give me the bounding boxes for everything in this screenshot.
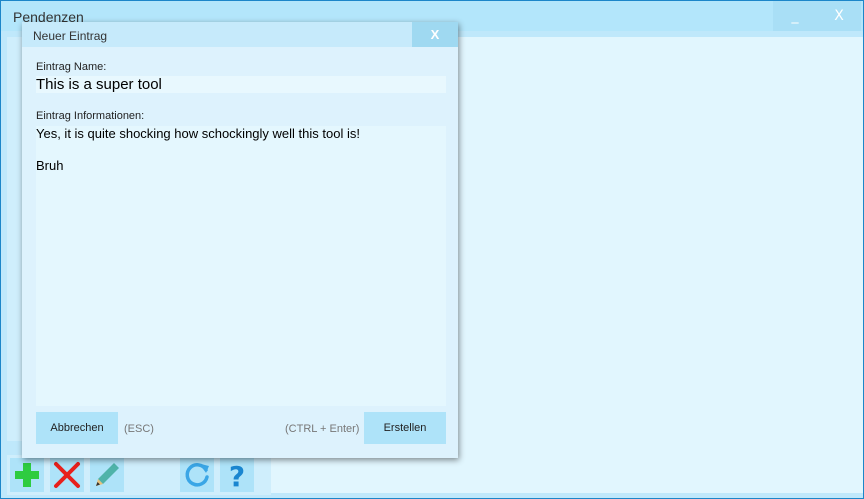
- entry-name-input[interactable]: This is a super tool: [36, 76, 446, 93]
- plus-icon: [15, 463, 39, 487]
- create-shortcut-hint: (CTRL + Enter): [285, 423, 360, 435]
- entry-info-label: Eintrag Informationen:: [36, 110, 145, 122]
- cancel-button[interactable]: Abbrechen: [36, 412, 118, 444]
- refresh-icon: [185, 463, 209, 487]
- dialog-title: Neuer Eintrag: [33, 29, 108, 43]
- entry-info-textarea[interactable]: Yes, it is quite shocking how schockingl…: [36, 126, 446, 406]
- minimize-button[interactable]: _: [773, 1, 817, 31]
- new-entry-dialog: Neuer Eintrag X Eintrag Name: This is a …: [22, 22, 458, 458]
- entry-name-label: Eintrag Name:: [36, 61, 107, 73]
- add-button[interactable]: [10, 458, 44, 492]
- svg-text:?: ?: [229, 460, 245, 490]
- edit-button[interactable]: [90, 458, 124, 492]
- pencil-icon: [96, 463, 119, 486]
- create-button[interactable]: Erstellen: [364, 412, 446, 444]
- cancel-shortcut-hint: (ESC): [124, 423, 154, 435]
- x-icon: [54, 462, 80, 488]
- question-icon: ?: [229, 460, 245, 490]
- dialog-title-bar[interactable]: Neuer Eintrag X: [22, 22, 458, 47]
- refresh-button[interactable]: [180, 458, 214, 492]
- help-button[interactable]: ?: [220, 458, 254, 492]
- delete-button[interactable]: [50, 458, 84, 492]
- close-button[interactable]: X: [817, 1, 861, 31]
- dialog-close-button[interactable]: X: [412, 22, 458, 47]
